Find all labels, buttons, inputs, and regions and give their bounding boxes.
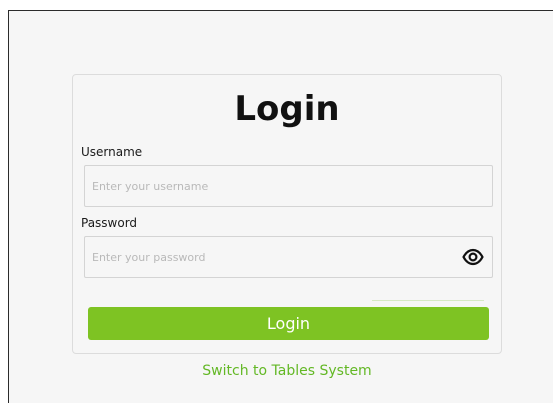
- username-label: Username: [81, 145, 143, 159]
- login-button[interactable]: Login: [88, 307, 489, 340]
- login-title: Login: [234, 89, 340, 129]
- app-viewport: Login Username Password Login Switch to …: [8, 10, 553, 403]
- password-field-container: [84, 236, 493, 278]
- login-card: Login Username Password Login: [72, 74, 502, 354]
- password-input[interactable]: [85, 237, 492, 277]
- username-field-container: [84, 165, 493, 207]
- switch-to-tables-link[interactable]: Switch to Tables System: [72, 362, 502, 380]
- username-input[interactable]: [85, 166, 492, 206]
- eye-icon[interactable]: [462, 248, 484, 266]
- underline-fragment: [372, 300, 484, 301]
- password-label: Password: [81, 216, 138, 230]
